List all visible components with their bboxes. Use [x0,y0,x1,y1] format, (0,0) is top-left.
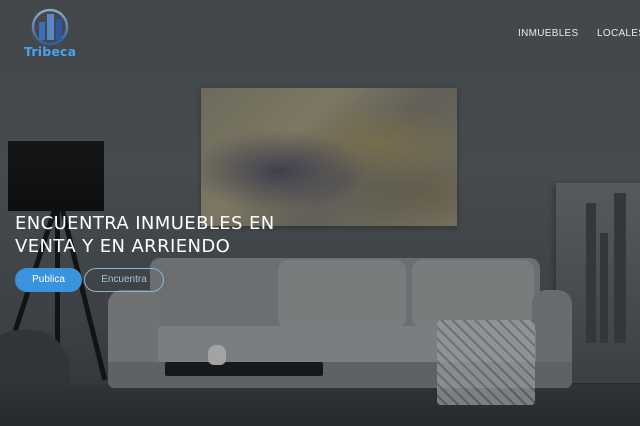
nav-item-locales[interactable]: LOCALES [597,28,640,39]
main-nav: INMUEBLES LOCALES [0,28,640,44]
hero-title-line-1: ENCUENTRA INMUEBLES EN [15,213,275,234]
hero-title-line-2: VENTA Y EN ARRIENDO [15,236,231,257]
encuentra-button[interactable]: Encuentra [84,268,164,292]
nav-item-inmuebles[interactable]: INMUEBLES [518,28,579,39]
hero-title: ENCUENTRA INMUEBLES EN VENTA Y EN ARRIEN… [15,212,315,258]
publica-button[interactable]: Publica [15,268,82,292]
brand-name: Tribeca [24,44,77,59]
